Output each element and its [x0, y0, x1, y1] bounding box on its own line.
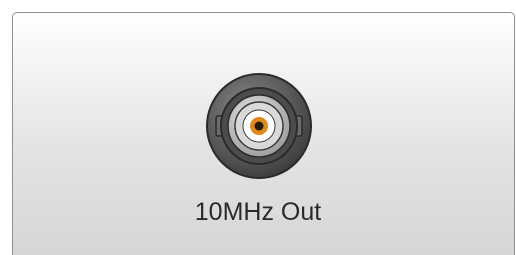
bnc-connector-icon [204, 71, 314, 181]
port-label: 10MHz Out [194, 198, 322, 226]
